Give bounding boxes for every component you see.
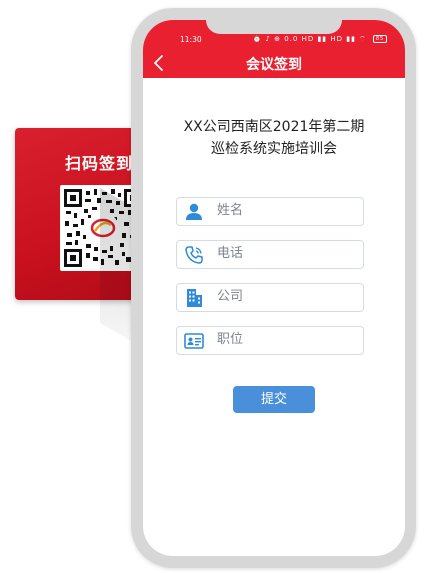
meeting-title-line1: XX公司西南区2021年第二期 [183,119,365,135]
nav-bar: 会议签到 [143,48,405,78]
submit-button[interactable]: 提交 [233,386,315,413]
company-field[interactable]: 公司 [176,283,364,312]
meeting-title: XX公司西南区2021年第二期 巡检系统实施培训会 [143,116,405,160]
user-icon [184,202,204,222]
phone-placeholder: 电话 [217,246,244,261]
name-field[interactable]: 姓名 [176,197,364,226]
status-indicator-icons: ⏰ ♪ ⊕ 0.0 HD ▮▮ HD ▮▮ ⌔ [252,35,367,43]
phone-field[interactable]: 电话 [176,240,364,269]
phone-screen: 11:30 ⏰ ♪ ⊕ 0.0 HD ▮▮ HD ▮▮ ⌔ 85 会议签到 XX… [143,20,405,556]
id-card-icon [184,331,204,351]
page-title: 会议签到 [246,57,302,73]
name-placeholder: 姓名 [217,203,244,218]
status-icons: ⏰ ♪ ⊕ 0.0 HD ▮▮ HD ▮▮ ⌔ 85 [252,35,387,44]
position-field[interactable]: 职位 [176,326,364,355]
status-time: 11:30 [180,35,202,44]
meeting-title-line2: 巡检系统实施培训会 [211,141,337,157]
battery-icon: 85 [373,35,387,43]
building-icon [184,288,204,308]
phone-notch [206,20,342,34]
position-placeholder: 职位 [217,332,244,347]
phone-icon [184,245,204,265]
company-placeholder: 公司 [217,289,244,304]
poster-title: 扫码签到 [65,154,134,173]
